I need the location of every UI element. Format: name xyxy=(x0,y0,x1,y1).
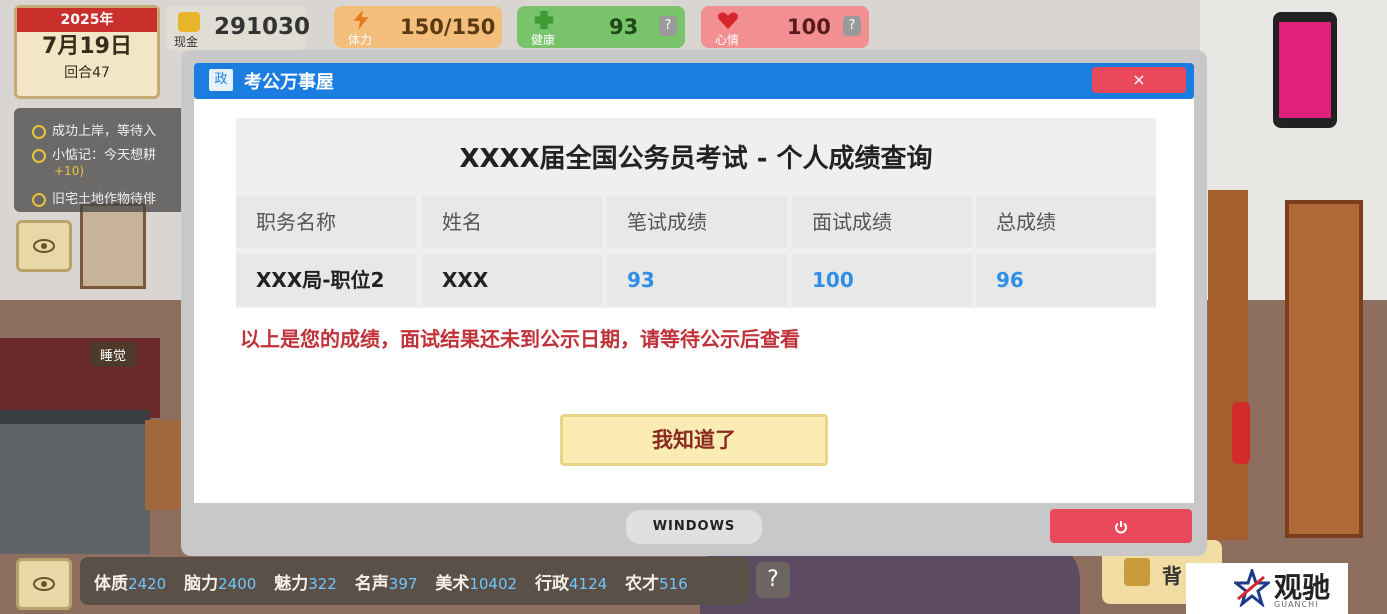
window-title: 考公万事屋 xyxy=(244,72,334,93)
task-circle-icon xyxy=(32,192,46,207)
stamina-stat: 体力 150/150 xyxy=(334,6,502,48)
attr-name: 体质 xyxy=(94,574,128,594)
close-button[interactable]: × xyxy=(1092,67,1186,93)
stamina-value: 150/150 xyxy=(400,15,496,39)
attr-value: 2400 xyxy=(218,575,257,593)
nightstand xyxy=(145,420,185,510)
attr-name: 魅力 xyxy=(274,574,309,594)
health-cross-icon xyxy=(534,10,554,30)
health-help-button[interactable]: ? xyxy=(659,16,677,36)
app-icon: 政 xyxy=(209,69,233,91)
cash-value: 291030 xyxy=(214,14,311,40)
table-header: 姓名 xyxy=(422,196,602,248)
bottom-view-button[interactable] xyxy=(16,558,72,610)
calendar-round: 回合47 xyxy=(64,65,110,81)
attribute-list: 体质2420 脑力2400 魅力322 名声397 美术10402 行政4124… xyxy=(94,569,700,594)
sleep-tag[interactable]: 睡觉 xyxy=(90,342,137,367)
windows-taskbar-button[interactable]: WINDOWS xyxy=(626,510,762,544)
score-panel: XXXX届全国公务员考试 - 个人成绩查询 职务名称 姓名 笔试成绩 面试成绩 … xyxy=(236,118,1156,308)
attr-name: 行政 xyxy=(534,574,569,594)
attr-value: 322 xyxy=(308,575,337,593)
coin-icon xyxy=(178,12,200,32)
candidate-name-cell: XXX xyxy=(422,254,602,306)
calendar: 2025年 7月19日 回合47 xyxy=(14,5,160,99)
power-icon xyxy=(1115,520,1127,533)
calendar-date: 7月19日 xyxy=(42,34,132,59)
task-item[interactable]: 小惦记：今天想耕 xyxy=(32,144,156,163)
backpack-label: 背 xyxy=(1162,564,1182,588)
mood-label: 心情 xyxy=(715,33,740,47)
task-item[interactable]: 成功上岸，等待入 xyxy=(32,120,156,139)
bed[interactable] xyxy=(0,410,150,554)
watermark-sub: GUANCHI xyxy=(1274,600,1319,609)
phone-screen xyxy=(1279,22,1331,118)
door[interactable] xyxy=(1285,200,1363,538)
task-item-reward: +10) xyxy=(54,164,85,178)
task-item[interactable]: 旧宅土地作物待俳 xyxy=(32,188,156,207)
attr-value: 10402 xyxy=(469,575,518,593)
table-header: 总成绩 xyxy=(976,196,1156,248)
wall-portrait xyxy=(80,203,146,289)
calendar-year: 2025年 xyxy=(17,8,157,32)
fire-extinguisher xyxy=(1232,402,1250,464)
attribute-bar: 体质2420 脑力2400 魅力322 名声397 美术10402 行政4124… xyxy=(80,557,750,605)
interview-score-cell: 100 xyxy=(792,254,972,306)
power-button[interactable] xyxy=(1050,509,1192,543)
phone-icon[interactable] xyxy=(1273,12,1337,128)
star-logo-icon xyxy=(1234,569,1270,607)
attr-value: 2420 xyxy=(128,575,167,593)
result-notice: 以上是您的成绩，面试结果还未到公示日期，请等待公示后查看 xyxy=(240,327,800,351)
task-circle-icon xyxy=(32,148,46,163)
eye-icon xyxy=(33,239,55,253)
exam-title: XXXX届全国公务员考试 - 个人成绩查询 xyxy=(459,144,933,174)
table-header: 面试成绩 xyxy=(792,196,972,248)
eye-icon xyxy=(33,577,55,591)
heart-icon xyxy=(718,12,738,30)
stamina-label: 体力 xyxy=(348,33,373,47)
health-value: 93 xyxy=(609,15,639,39)
attr-value: 397 xyxy=(388,575,418,593)
health-stat: 健康 93 ? xyxy=(517,6,685,48)
health-label: 健康 xyxy=(531,33,556,47)
total-score-cell: 96 xyxy=(976,254,1156,306)
table-header: 笔试成绩 xyxy=(607,196,787,248)
task-circle-icon xyxy=(32,124,46,139)
lightning-icon xyxy=(353,9,369,31)
attr-name: 脑力 xyxy=(184,574,219,594)
cash-label: 现金 xyxy=(174,35,199,49)
window-titlebar: 政 考公万事屋 × xyxy=(194,63,1194,99)
backpack-icon xyxy=(1124,558,1150,586)
mood-value: 100 xyxy=(787,15,831,39)
window-content: XXXX届全国公务员考试 - 个人成绩查询 职务名称 姓名 笔试成绩 面试成绩 … xyxy=(194,99,1194,503)
mood-help-button[interactable]: ? xyxy=(843,16,861,36)
position-name-cell: XXX局-职位2 xyxy=(236,254,416,306)
cash-display: 现金 291030 xyxy=(166,6,310,50)
mood-stat: 心情 100 ? xyxy=(701,6,869,48)
attr-value: 4124 xyxy=(568,575,608,593)
view-toggle-button[interactable] xyxy=(16,220,72,272)
attributes-help-button[interactable]: ? xyxy=(756,562,790,598)
attr-name: 农才 xyxy=(625,574,660,594)
task-list: 成功上岸，等待入 小惦记：今天想耕 +10) 旧宅土地作物待俳 xyxy=(14,108,194,212)
watermark-logo: 观驰 GUANCHI xyxy=(1186,563,1348,614)
table-header: 职务名称 xyxy=(236,196,416,248)
door-frame xyxy=(1208,190,1248,540)
acknowledge-button[interactable]: 我知道了 xyxy=(560,414,828,466)
exam-window: 政 考公万事屋 × XXXX届全国公务员考试 - 个人成绩查询 职务名称 姓名 … xyxy=(181,50,1207,556)
written-score-cell: 93 xyxy=(607,254,787,306)
attr-value: 516 xyxy=(659,575,688,593)
attr-name: 名声 xyxy=(354,574,389,594)
attr-name: 美术 xyxy=(435,574,470,594)
